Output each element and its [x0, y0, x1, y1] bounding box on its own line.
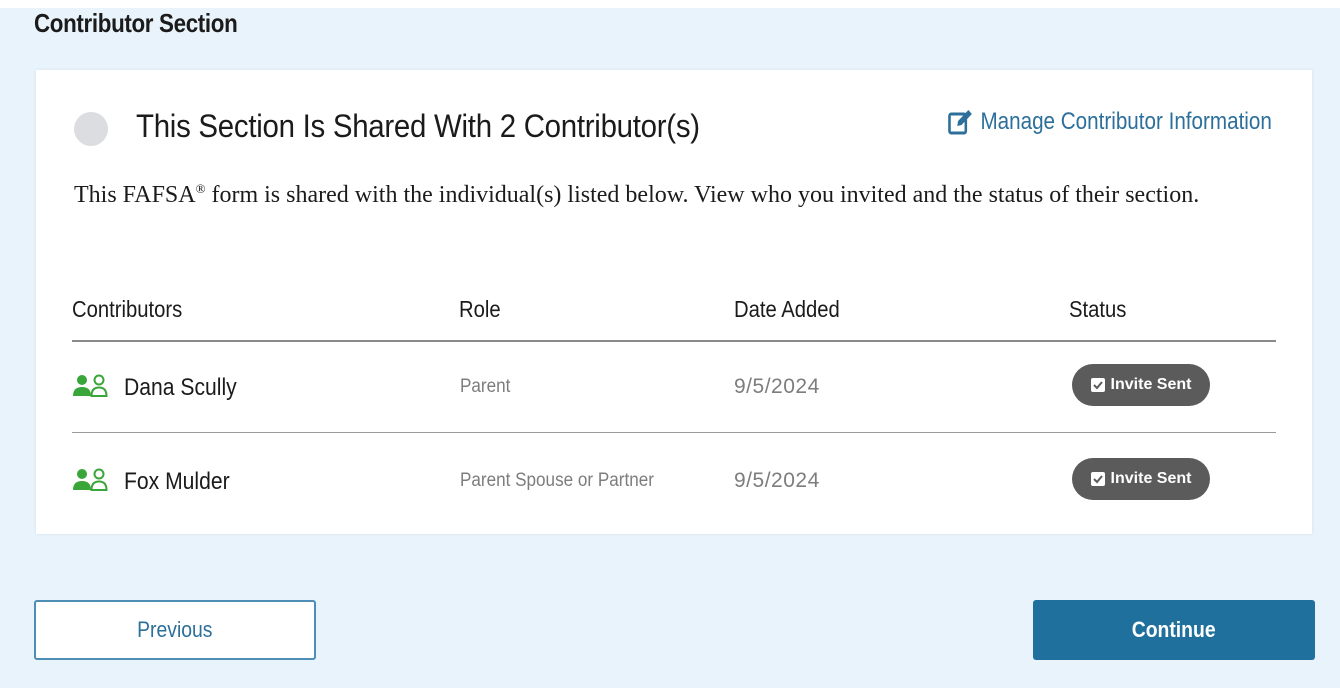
- intro-text: This FAFSA® form is shared with the indi…: [74, 170, 1254, 214]
- checkbox-icon: [1090, 378, 1105, 392]
- status-label: Invite Sent: [1110, 376, 1192, 393]
- section-status-indicator: [74, 112, 108, 146]
- top-strip: [0, 0, 1340, 8]
- contributor-date-added: 9/5/2024: [734, 469, 820, 492]
- status-badge: Invite Sent: [1072, 364, 1210, 406]
- manage-contributor-link[interactable]: Manage Contributor Information: [948, 108, 1272, 136]
- contributor-name: Dana Scully: [124, 374, 237, 401]
- status-badge: Invite Sent: [1072, 458, 1210, 500]
- header-status: Status: [1069, 296, 1127, 322]
- checkbox-icon: [1090, 472, 1105, 486]
- intro-text-end: form is shared with the individual(s) li…: [205, 182, 1200, 208]
- row-divider: [72, 432, 1276, 433]
- status-label: Invite Sent: [1110, 470, 1192, 487]
- contributor-role: Parent Spouse or Partner: [460, 470, 654, 491]
- contributor-date-added: 9/5/2024: [734, 375, 820, 398]
- previous-button[interactable]: Previous: [34, 600, 316, 660]
- people-icon: [73, 374, 108, 397]
- contributor-card: This Section Is Shared With 2 Contributo…: [36, 70, 1312, 534]
- header-date-added: Date Added: [734, 296, 840, 322]
- card-heading: This Section Is Shared With 2 Contributo…: [136, 108, 700, 144]
- contributor-role: Parent: [460, 376, 511, 397]
- table-row: Dana Scully Parent 9/5/2024 Invite Sent: [36, 364, 1312, 464]
- people-icon: [73, 468, 108, 491]
- table-row: Fox Mulder Parent Spouse or Partner 9/5/…: [36, 458, 1312, 558]
- section-title: Contributor Section: [34, 8, 238, 38]
- registered-mark: ®: [195, 181, 206, 196]
- header-divider: [72, 340, 1276, 342]
- continue-button[interactable]: Continue: [1033, 600, 1315, 660]
- contributor-name: Fox Mulder: [124, 468, 230, 495]
- manage-contributor-label: Manage Contributor Information: [980, 108, 1272, 135]
- edit-icon: [948, 110, 972, 135]
- header-role: Role: [459, 296, 501, 322]
- previous-button-label: Previous: [137, 617, 213, 642]
- continue-button-label: Continue: [1132, 617, 1216, 642]
- intro-text-start: This FAFSA: [74, 182, 196, 208]
- header-contributors: Contributors: [72, 296, 183, 322]
